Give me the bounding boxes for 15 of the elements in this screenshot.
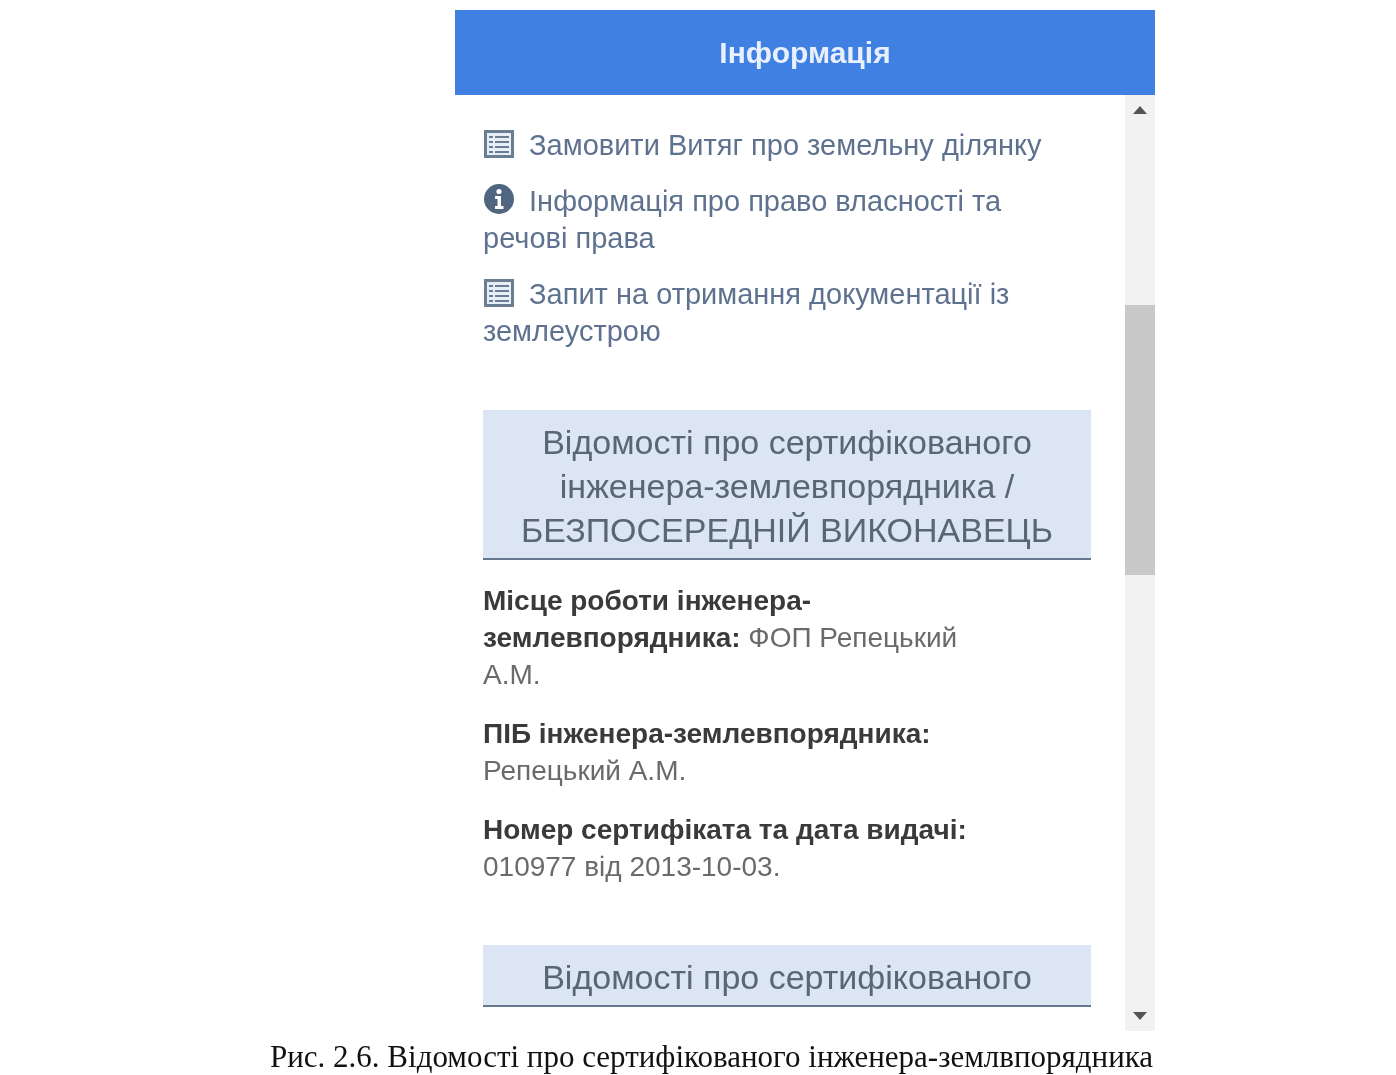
section-title: Відомості про сертифікованого інженера-землевпорядника / БЕЗПОСЕРЕДНІЙ ВИКОНАВЕЦЬ <box>520 423 1054 549</box>
link[interactable]: Інформація про право власності та речові права <box>483 183 1043 257</box>
field-text: Місце роботи інженера-землевпорядника: ФОП Репецький А.М. <box>483 584 959 692</box>
scrollbar-thumb[interactable] <box>1125 305 1155 575</box>
field-text: Номер сертифіката та дата видачі: 010977 від 2013-10-03. <box>483 813 968 884</box>
panel-title: Інформація <box>719 35 891 70</box>
link[interactable]: Запит на отримання документації із землеустрою <box>483 276 1043 350</box>
info-icon <box>483 183 515 215</box>
figure-caption: Рис. 2.6. Відомості про сертифікованого інженера-землвпорядника <box>270 1039 1155 1075</box>
scrollbar[interactable] <box>1125 95 1155 1031</box>
list-icon <box>483 278 515 308</box>
field-text: ПІБ інженера-землевпорядника: Репецький А.М. <box>483 717 932 788</box>
section-title: Відомості про сертифікованого <box>542 958 1032 996</box>
list-icon <box>483 129 515 159</box>
link[interactable]: Замовити Витяг про земельну ділянку <box>483 127 1043 164</box>
